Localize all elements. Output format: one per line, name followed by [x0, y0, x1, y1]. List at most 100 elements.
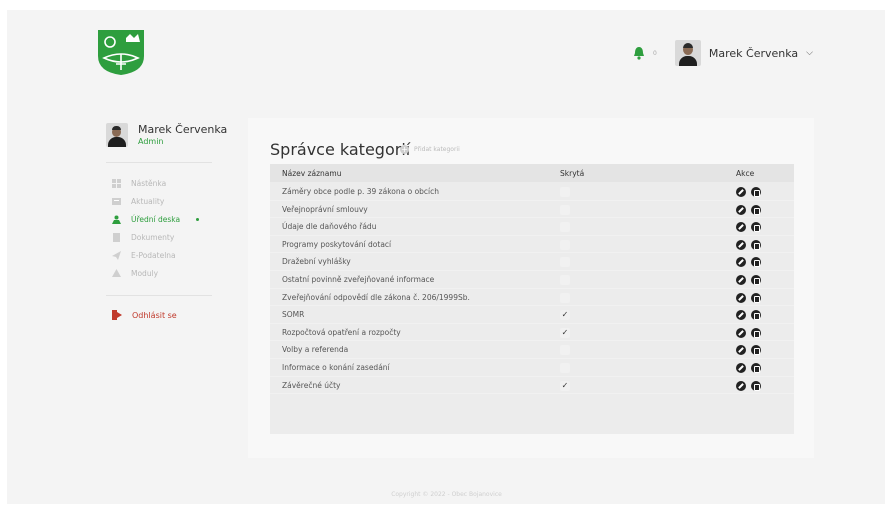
- delete-icon[interactable]: [751, 292, 761, 303]
- category-name: Zveřejňování odpovědí dle zákona č. 206/…: [282, 292, 470, 302]
- active-indicator: [196, 217, 200, 221]
- logout-button[interactable]: Odhlásit se: [112, 310, 177, 320]
- dashboard-icon: [112, 178, 121, 188]
- hidden-checkbox[interactable]: [560, 204, 570, 215]
- delete-icon[interactable]: [751, 380, 761, 391]
- category-name: Údaje dle daňového řádu: [282, 222, 377, 232]
- hidden-checkbox[interactable]: [560, 275, 570, 285]
- column-header-name[interactable]: Název záznamu: [282, 169, 341, 178]
- sidebar-item-label: Úřední deska: [131, 214, 181, 224]
- municipality-logo: [98, 30, 144, 75]
- user-header: 0 Marek Červenka ⌵: [633, 40, 813, 66]
- sidebar-item-label: Moduly: [131, 268, 159, 278]
- avatar: [106, 123, 128, 147]
- edit-icon[interactable]: [736, 275, 746, 285]
- delete-icon[interactable]: [751, 310, 761, 321]
- chevron-down-icon[interactable]: ⌵: [806, 48, 813, 58]
- sidebar-nav: Nástěnka Aktuality Úřední deska Dokument…: [112, 174, 200, 282]
- hidden-checkbox[interactable]: [560, 222, 570, 233]
- hidden-checkbox[interactable]: [560, 292, 570, 303]
- category-name: Dražební vyhlášky: [282, 257, 351, 267]
- sidebar-item-e-podatelna[interactable]: E-Podatelna: [112, 246, 199, 264]
- edit-icon[interactable]: [736, 345, 746, 356]
- hidden-checkbox[interactable]: [560, 345, 570, 356]
- table-row: Dražební vyhlášky: [270, 253, 794, 271]
- copyright: Copyright © 2022 - Obec Bojanovice: [391, 491, 502, 498]
- edit-icon[interactable]: [736, 310, 746, 321]
- row-actions: [736, 327, 761, 338]
- page-title: Správce kategorií: [270, 140, 411, 159]
- category-name: Volby a referenda: [282, 345, 349, 355]
- category-name: Ostatní povinně zveřejňované informace: [282, 275, 435, 284]
- edit-icon[interactable]: [736, 204, 746, 215]
- category-name: SOMR: [282, 310, 305, 320]
- sidebar-item-moduly[interactable]: Moduly: [112, 264, 199, 282]
- column-header-actions: Akce: [736, 169, 755, 178]
- hidden-checkbox[interactable]: [560, 257, 570, 268]
- sidebar-user-name: Marek Červenka: [138, 123, 228, 136]
- delete-icon[interactable]: [751, 257, 761, 268]
- news-icon: [112, 197, 121, 205]
- add-category-label: Přidat kategorii: [414, 146, 460, 153]
- edit-icon[interactable]: [736, 222, 746, 233]
- row-actions: [736, 310, 761, 321]
- edit-icon[interactable]: [736, 363, 746, 373]
- category-name: Programy poskytování dotací: [282, 239, 392, 249]
- table-row: Ostatní povinně zveřejňované informace: [270, 271, 794, 289]
- edit-icon[interactable]: [736, 239, 746, 250]
- delete-icon[interactable]: [751, 275, 761, 285]
- delete-icon[interactable]: [751, 345, 761, 356]
- board-icon: [112, 215, 121, 224]
- sidebar-item-label: Nástěnka: [131, 178, 167, 188]
- sidebar-item-dokumenty[interactable]: Dokumenty: [112, 228, 199, 246]
- hidden-checkbox[interactable]: [560, 187, 570, 197]
- row-actions: [736, 380, 761, 391]
- divider: [106, 162, 212, 163]
- table-row: Programy poskytování dotací: [270, 236, 794, 254]
- document-icon: [113, 232, 120, 242]
- sidebar-item-aktuality[interactable]: Aktuality: [112, 192, 199, 210]
- notification-bell-icon[interactable]: [633, 46, 645, 60]
- row-actions: [736, 204, 761, 215]
- delete-icon[interactable]: [751, 363, 761, 373]
- table-row: Zveřejňování odpovědí dle zákona č. 206/…: [270, 289, 794, 307]
- row-actions: [736, 187, 761, 197]
- category-name: Rozpočtová opatření a rozpočty: [282, 327, 401, 337]
- logout-label: Odhlásit se: [132, 310, 177, 320]
- row-actions: [736, 345, 761, 356]
- table-row: Údaje dle daňového řádu: [270, 218, 794, 236]
- main-panel: Správce kategorií + Přidat kategorii Náz…: [248, 118, 814, 458]
- edit-icon[interactable]: [736, 327, 746, 338]
- sidebar-item-nastenka[interactable]: Nástěnka: [112, 174, 199, 192]
- delete-icon[interactable]: [751, 204, 761, 215]
- delete-icon[interactable]: [751, 222, 761, 233]
- row-actions: [736, 222, 761, 233]
- delete-icon[interactable]: [751, 327, 761, 338]
- hidden-checkbox[interactable]: ✓: [560, 310, 570, 321]
- user-menu-name[interactable]: Marek Červenka: [709, 47, 798, 60]
- category-name: Závěrečné účty: [282, 380, 341, 390]
- row-actions: [736, 257, 761, 268]
- hidden-checkbox[interactable]: ✓: [560, 327, 570, 338]
- avatar[interactable]: [674, 40, 701, 66]
- sidebar-item-uredni-deska[interactable]: Úřední deska: [112, 210, 200, 228]
- delete-icon[interactable]: [751, 187, 761, 197]
- hidden-checkbox[interactable]: [560, 239, 570, 250]
- table-row: SOMR ✓: [270, 306, 794, 324]
- hidden-checkbox[interactable]: [560, 363, 570, 373]
- row-actions: [736, 292, 761, 303]
- hidden-checkbox[interactable]: ✓: [560, 380, 570, 391]
- logout-icon: [112, 310, 122, 320]
- plus-icon: +: [400, 145, 409, 154]
- edit-icon[interactable]: [736, 292, 746, 303]
- sidebar-item-label: Aktuality: [131, 196, 165, 206]
- modules-icon: [112, 268, 121, 277]
- column-header-hidden[interactable]: Skrytá: [560, 169, 584, 178]
- add-category-button[interactable]: + Přidat kategorii: [400, 145, 460, 154]
- edit-icon[interactable]: [736, 187, 746, 197]
- category-name: Záměry obce podle p. 39 zákona o obcích: [282, 187, 440, 196]
- delete-icon[interactable]: [751, 239, 761, 250]
- edit-icon[interactable]: [736, 380, 746, 391]
- row-actions: [736, 363, 761, 373]
- edit-icon[interactable]: [736, 257, 746, 268]
